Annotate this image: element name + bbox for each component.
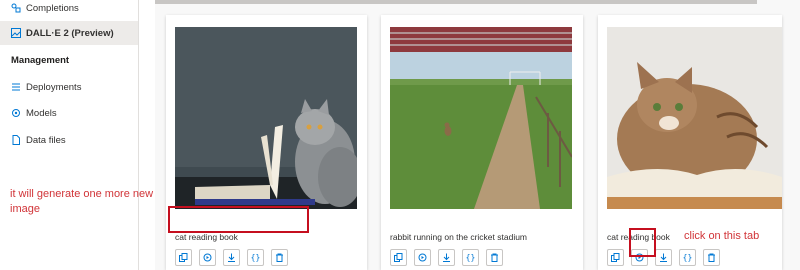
annotation-right-note: click on this tab	[682, 230, 762, 242]
download-button[interactable]	[223, 249, 240, 266]
regenerate-icon	[203, 249, 212, 267]
copy-button[interactable]	[175, 249, 192, 266]
regenerate-button[interactable]	[199, 249, 216, 266]
json-icon: {}	[682, 253, 693, 262]
deployments-icon	[11, 82, 21, 92]
dalle-icon	[11, 28, 21, 38]
delete-icon	[490, 249, 499, 267]
image-actions: {}	[175, 249, 288, 266]
copy-button[interactable]	[607, 249, 624, 266]
image-caption: cat reading book	[175, 232, 238, 242]
annotation-caption-highlight	[168, 206, 309, 233]
sidebar-item-completions[interactable]: Completions	[0, 0, 138, 20]
sidebar-item-label: Deployments	[26, 81, 82, 93]
sidebar: Completions DALL·E 2 (Preview) Managemen…	[0, 0, 139, 270]
delete-icon	[707, 249, 716, 267]
generated-image-cat-reading-dark[interactable]	[175, 27, 357, 209]
sidebar-item-deployments[interactable]: Deployments	[0, 75, 138, 99]
image-actions: {}	[607, 249, 720, 266]
image-actions: {}	[390, 249, 503, 266]
top-divider	[155, 0, 757, 4]
download-button[interactable]	[655, 249, 672, 266]
sidebar-item-label: Completions	[26, 2, 79, 14]
delete-button[interactable]	[271, 249, 288, 266]
copy-icon	[611, 249, 620, 267]
view-code-button[interactable]: {}	[462, 249, 479, 266]
image-caption: rabbit running on the cricket stadium	[390, 232, 528, 242]
annotation-regenerate-highlight	[629, 228, 656, 257]
regenerate-icon	[418, 249, 427, 267]
generated-image-cat-reading-light[interactable]	[607, 27, 782, 209]
delete-button[interactable]	[486, 249, 503, 266]
delete-icon	[275, 249, 284, 267]
json-icon: {}	[250, 253, 261, 262]
sidebar-item-label: Data files	[26, 134, 66, 146]
image-card-2: rabbit running on the cricket stadium {}	[381, 15, 583, 270]
sidebar-item-dalle[interactable]: DALL·E 2 (Preview)	[0, 21, 138, 45]
generated-image-rabbit-stadium[interactable]	[390, 27, 572, 209]
models-icon	[11, 108, 21, 118]
download-icon	[442, 249, 451, 267]
view-code-button[interactable]: {}	[679, 249, 696, 266]
sidebar-item-data-files[interactable]: Data files	[0, 128, 138, 152]
copy-icon	[179, 249, 188, 267]
copy-button[interactable]	[390, 249, 407, 266]
completions-icon	[11, 3, 21, 13]
download-icon	[659, 249, 668, 267]
data-files-icon	[11, 135, 21, 145]
annotation-left-note: it will generate one more new image	[10, 188, 154, 215]
view-code-button[interactable]: {}	[247, 249, 264, 266]
download-button[interactable]	[438, 249, 455, 266]
json-icon: {}	[465, 253, 476, 262]
regenerate-button[interactable]	[414, 249, 431, 266]
sidebar-item-label: Models	[26, 107, 57, 119]
sidebar-item-models[interactable]: Models	[0, 101, 138, 125]
section-management: Management	[11, 55, 70, 66]
download-icon	[227, 249, 236, 267]
sidebar-item-label: DALL·E 2 (Preview)	[26, 27, 114, 39]
delete-button[interactable]	[703, 249, 720, 266]
copy-icon	[394, 249, 403, 267]
